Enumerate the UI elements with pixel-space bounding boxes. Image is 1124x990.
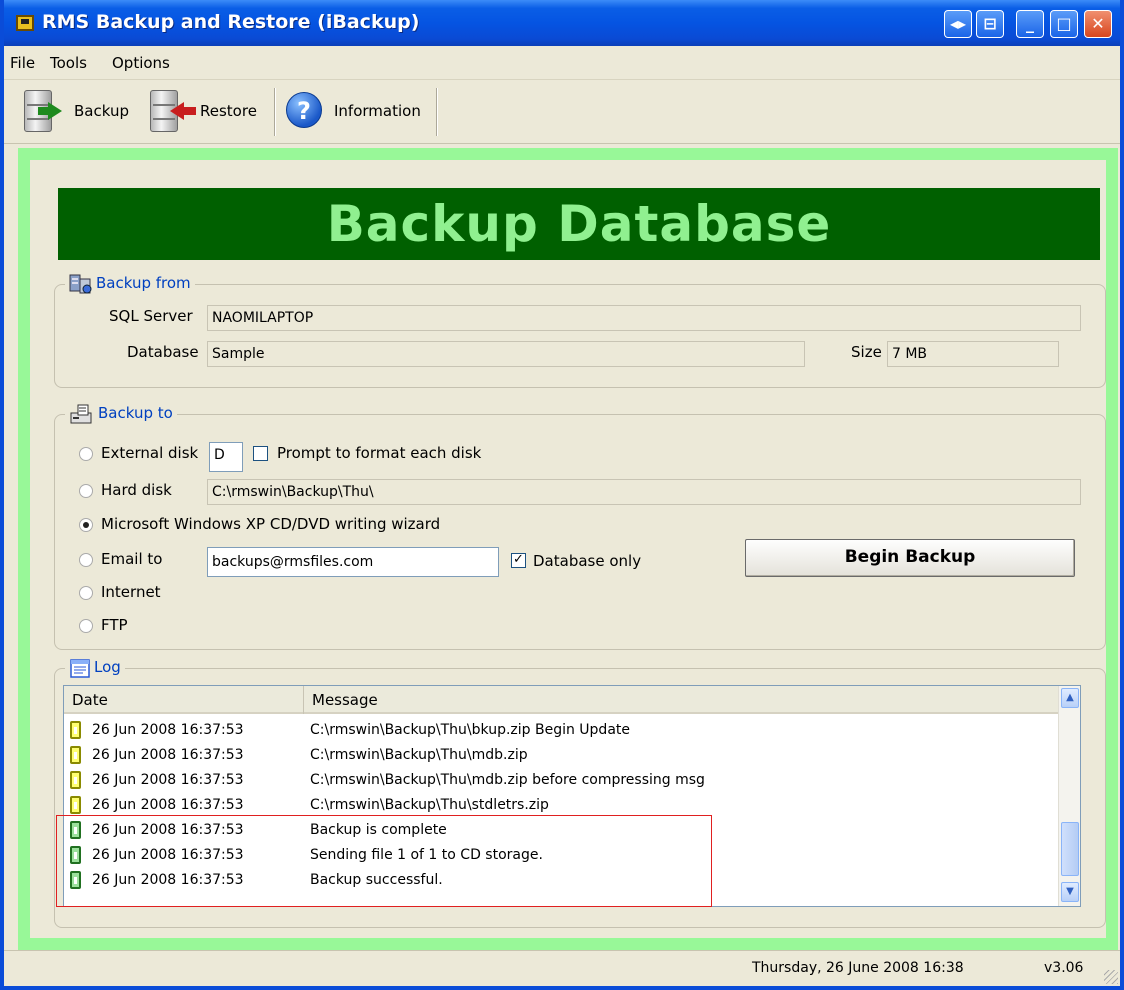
restore-button[interactable]: Restore xyxy=(150,88,266,136)
hard-disk-label: Hard disk xyxy=(101,481,172,499)
log-message: C:\rmswin\Backup\Thu\bkup.zip Begin Upda… xyxy=(310,722,630,738)
radio-cd-wizard[interactable] xyxy=(79,518,93,532)
log-row[interactable]: 26 Jun 2008 16:37:53 C:\rmswin\Backup\Th… xyxy=(64,743,1058,768)
arrow-right-icon xyxy=(38,102,62,120)
ftp-label: FTP xyxy=(101,616,128,634)
size-field: 7 MB xyxy=(887,341,1059,367)
database-label: Database xyxy=(127,343,199,361)
toolbar-separator xyxy=(274,88,276,136)
server-icon xyxy=(69,274,92,293)
sql-server-field: NAOMILAPTOP xyxy=(207,305,1081,331)
scroll-up-button[interactable]: ▲ xyxy=(1061,688,1079,708)
backup-from-group: Backup from SQL Server NAOMILAPTOP Datab… xyxy=(54,271,1106,388)
status-bar: Thursday, 26 June 2008 16:38 v3.06 xyxy=(4,950,1120,986)
minimize-button[interactable]: _ xyxy=(1016,10,1044,38)
external-disk-label: External disk xyxy=(101,444,199,462)
information-button[interactable]: ? Information xyxy=(286,88,426,136)
backup-to-group: Backup to External disk D Prompt to form… xyxy=(54,401,1106,650)
notepad-icon xyxy=(70,658,90,678)
scroll-thumb[interactable] xyxy=(1061,822,1079,876)
disk-drive-icon xyxy=(70,404,92,423)
log-row[interactable]: 26 Jun 2008 16:37:53 C:\rmswin\Backup\Th… xyxy=(64,768,1058,793)
resize-grip[interactable] xyxy=(1104,970,1118,984)
external-disk-letter-input[interactable]: D xyxy=(209,442,243,472)
radio-hard-disk[interactable] xyxy=(79,484,93,498)
begin-backup-button[interactable]: Begin Backup xyxy=(745,539,1075,577)
menu-tools[interactable]: Tools xyxy=(50,54,87,72)
size-label: Size xyxy=(851,343,882,361)
scroll-down-button[interactable]: ▼ xyxy=(1061,882,1079,902)
toolbar-separator xyxy=(436,88,438,136)
maximize-button[interactable]: □ xyxy=(1050,10,1078,38)
menu-file[interactable]: File xyxy=(10,54,35,72)
backup-to-legend: Backup to xyxy=(65,401,177,425)
database-only-label: Database only xyxy=(533,552,642,570)
page-banner: Backup Database xyxy=(58,188,1100,260)
backup-to-title: Backup to xyxy=(98,404,173,422)
menu-options[interactable]: Options xyxy=(112,54,170,72)
database-field: Sample xyxy=(207,341,805,367)
column-date-header[interactable]: Date xyxy=(64,686,304,714)
email-input[interactable]: backups@rmsfiles.com xyxy=(207,547,499,577)
restore-small-button[interactable]: ◂▸ xyxy=(944,10,972,38)
highlight-box xyxy=(56,815,712,907)
radio-ftp[interactable] xyxy=(79,619,93,633)
status-yellow-icon xyxy=(70,796,81,814)
log-date: 26 Jun 2008 16:37:53 xyxy=(92,747,244,763)
radio-external-disk[interactable] xyxy=(79,447,93,461)
pin-button[interactable]: ⊟ xyxy=(976,10,1004,38)
email-label: Email to xyxy=(101,550,163,568)
column-message-header[interactable]: Message xyxy=(304,686,1058,714)
log-legend: Log xyxy=(65,655,125,679)
internet-label: Internet xyxy=(101,583,161,601)
backup-button[interactable]: Backup xyxy=(24,88,132,136)
app-window: RMS Backup and Restore (iBackup) ◂▸ ⊟ _ … xyxy=(0,0,1124,990)
close-button[interactable]: ✕ xyxy=(1084,10,1112,38)
log-date: 26 Jun 2008 16:37:53 xyxy=(92,772,244,788)
log-message: C:\rmswin\Backup\Thu\mdb.zip xyxy=(310,747,528,763)
backup-from-title: Backup from xyxy=(96,274,191,292)
cd-wizard-label: Microsoft Windows XP CD/DVD writing wiza… xyxy=(101,515,441,533)
status-yellow-icon xyxy=(70,721,81,739)
log-date: 26 Jun 2008 16:37:53 xyxy=(92,722,244,738)
status-version: v3.06 xyxy=(1044,960,1084,976)
question-icon: ? xyxy=(286,92,322,128)
arrow-left-icon xyxy=(170,102,196,120)
toolbar: Backup Restore ? Information xyxy=(4,80,1120,144)
information-label: Information xyxy=(334,102,421,120)
title-bar[interactable]: RMS Backup and Restore (iBackup) ◂▸ ⊟ _ … xyxy=(4,0,1120,46)
status-datetime: Thursday, 26 June 2008 16:38 xyxy=(752,960,964,976)
menu-bar: File Tools Options xyxy=(4,46,1120,80)
log-row[interactable]: 26 Jun 2008 16:37:53 C:\rmswin\Backup\Th… xyxy=(64,718,1058,743)
status-yellow-icon xyxy=(70,746,81,764)
status-yellow-icon xyxy=(70,771,81,789)
database-only-checkbox[interactable]: ✓ xyxy=(511,553,526,568)
prompt-format-checkbox[interactable] xyxy=(253,446,268,461)
sql-server-label: SQL Server xyxy=(109,307,193,325)
radio-email[interactable] xyxy=(79,553,93,567)
hard-disk-path-field: C:\rmswin\Backup\Thu\ xyxy=(207,479,1081,505)
log-title: Log xyxy=(94,658,121,676)
prompt-format-label: Prompt to format each disk xyxy=(277,444,482,462)
restore-label: Restore xyxy=(200,102,257,120)
log-header: Date Message xyxy=(64,686,1058,714)
log-scrollbar[interactable]: ▲ ▼ xyxy=(1058,686,1080,906)
app-floppy-icon xyxy=(16,15,34,31)
backup-from-legend: Backup from xyxy=(65,271,195,295)
log-message: C:\rmswin\Backup\Thu\mdb.zip before comp… xyxy=(310,772,705,788)
window-title: RMS Backup and Restore (iBackup) xyxy=(42,11,420,33)
radio-internet[interactable] xyxy=(79,586,93,600)
backup-label: Backup xyxy=(74,102,129,120)
